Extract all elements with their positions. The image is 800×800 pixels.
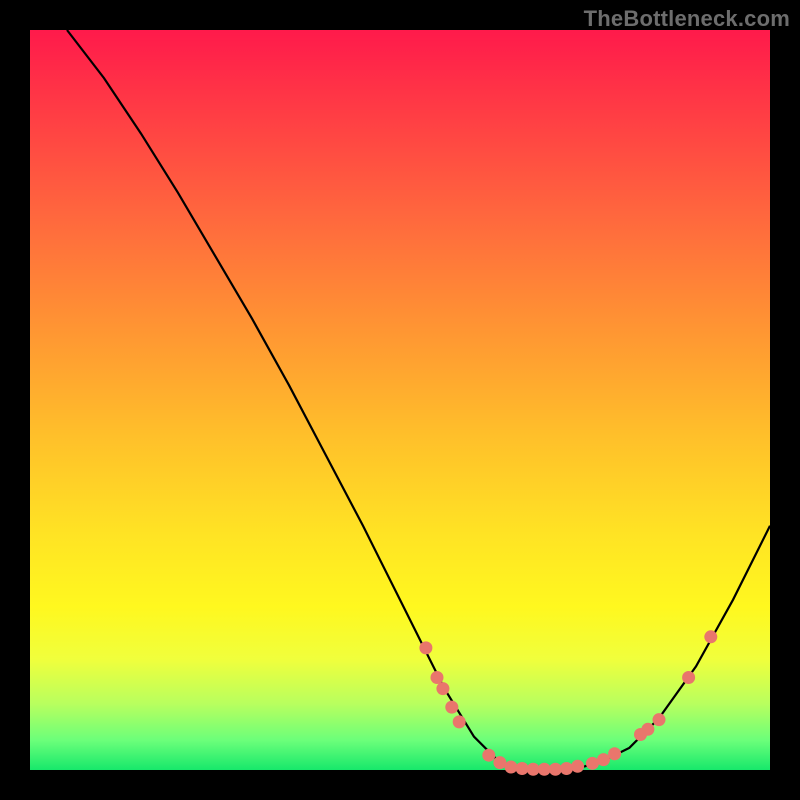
watermark-label: TheBottleneck.com — [584, 6, 790, 32]
curve-marker — [453, 715, 466, 728]
curve-marker — [597, 753, 610, 766]
curve-marker — [527, 763, 540, 776]
curve-marker — [493, 756, 506, 769]
curve-marker — [641, 723, 654, 736]
curve-marker — [608, 747, 621, 760]
curve-marker — [505, 761, 518, 774]
curve-marker — [419, 641, 432, 654]
curve-markers — [419, 630, 717, 775]
curve-marker — [445, 701, 458, 714]
curve-marker — [586, 757, 599, 770]
curve-marker — [431, 671, 444, 684]
chart-overlay — [30, 30, 770, 770]
curve-marker — [482, 749, 495, 762]
curve-marker — [538, 763, 551, 776]
curve-marker — [682, 671, 695, 684]
curve-marker — [436, 682, 449, 695]
curve-marker — [560, 762, 573, 775]
bottleneck-curve — [67, 30, 770, 770]
curve-marker — [653, 713, 666, 726]
curve-marker — [549, 763, 562, 776]
chart-stage: TheBottleneck.com — [0, 0, 800, 800]
curve-marker — [516, 762, 529, 775]
curve-marker — [571, 760, 584, 773]
curve-marker — [704, 630, 717, 643]
